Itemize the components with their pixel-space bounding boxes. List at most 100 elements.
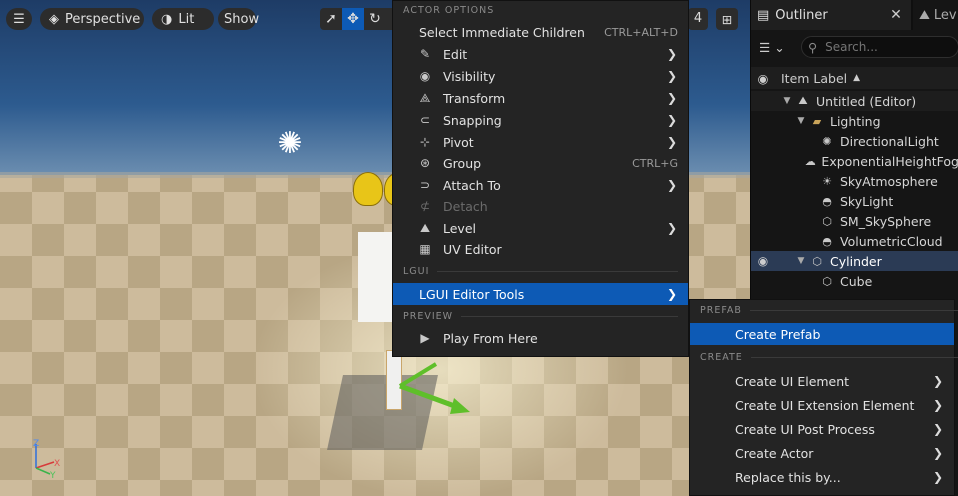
menu-item-lgui-editor-tools[interactable]: LGUI Editor Tools ❯ xyxy=(393,283,688,305)
menu-item-create-ui-extension-element[interactable]: Create UI Extension Element ❯ xyxy=(690,394,954,416)
camera-speed-button[interactable]: 4 xyxy=(688,8,708,30)
submenu-arrow-icon: ❯ xyxy=(932,422,944,436)
menu-item-play-from-here[interactable]: ▶ Play From Here xyxy=(393,327,688,349)
outliner-row-lighting[interactable]: ▼ ▰ Lighting xyxy=(751,111,958,131)
menu-item-transform[interactable]: ⟁ Transform ❯ xyxy=(393,87,688,109)
outliner-column-header[interactable]: ◉ Item Label ▲ xyxy=(751,67,958,89)
filter-button[interactable]: ☰ ⌄ xyxy=(759,37,795,57)
fog-icon: ☁ xyxy=(804,154,816,168)
viewport-options-button[interactable]: ☰ xyxy=(6,8,32,30)
show-flags-button[interactable]: Show xyxy=(218,8,260,30)
outliner-row-label: Lighting xyxy=(830,113,881,129)
outliner-row-volumetriccloud[interactable]: ◓ VolumetricCloud xyxy=(751,231,958,251)
submenu-arrow-icon: ❯ xyxy=(666,113,678,127)
select-tool-icon[interactable]: ➚ xyxy=(320,8,342,30)
gizmo-axis-y[interactable] xyxy=(398,362,438,388)
shortcut-label: CTRL+G xyxy=(632,156,678,170)
translate-gizmo[interactable] xyxy=(398,356,478,416)
chevron-down-icon: ⌄ xyxy=(774,39,785,55)
transform-icon: ⟁ xyxy=(419,90,431,105)
eye-icon: ◉ xyxy=(419,69,431,83)
menu-item-uv-editor[interactable]: ▦ UV Editor xyxy=(393,238,688,260)
volumetric-cloud-icon: ◓ xyxy=(822,234,832,248)
outliner-row-untitled-editor[interactable]: ▼ ⛰ Untitled (Editor) xyxy=(751,91,958,111)
expand-arrow-icon[interactable]: ▼ xyxy=(781,96,793,106)
expand-arrow-icon[interactable]: ▼ xyxy=(795,116,807,126)
menu-item-level[interactable]: ⛰ Level ❯ xyxy=(393,217,688,239)
outliner-row-cube[interactable]: ⬡ Cube xyxy=(751,271,958,291)
menu-item-create-ui-post-process[interactable]: Create UI Post Process ❯ xyxy=(690,418,954,440)
outliner-row-skylight[interactable]: ◓ SkyLight xyxy=(751,191,958,211)
search-box[interactable]: ⚲ xyxy=(801,36,958,58)
detach-icon: ⊄ xyxy=(419,199,431,213)
gizmo-axis-x[interactable] xyxy=(399,383,461,411)
transform-tool-group: ➚ ✥ ↻ xyxy=(320,8,398,30)
tab-levels[interactable]: ⛰ Lev xyxy=(913,0,958,30)
group-icon: ⊛ xyxy=(419,156,431,170)
outliner-row-label: ExponentialHeightFog xyxy=(821,153,958,169)
expand-arrow-icon[interactable]: ▼ xyxy=(795,256,807,266)
submenu-arrow-icon: ❯ xyxy=(932,446,944,460)
cube-icon: ◈ xyxy=(49,11,59,27)
submenu-arrow-icon: ❯ xyxy=(932,398,944,412)
view-mode-button[interactable]: ◈ Perspective xyxy=(40,8,144,30)
search-input[interactable] xyxy=(823,39,948,55)
submenu-arrow-icon: ❯ xyxy=(666,47,678,61)
submenu-arrow-icon: ❯ xyxy=(666,69,678,83)
outliner-row-label: SkyLight xyxy=(840,193,894,209)
menu-item-attach-to[interactable]: ⊃ Attach To ❯ xyxy=(393,174,688,196)
actor-context-menu: ACTOR OPTIONS Select Immediate Children … xyxy=(392,0,689,357)
item-label-column[interactable]: Item Label xyxy=(775,71,847,86)
shortcut-label: CTRL+ALT+D xyxy=(604,25,678,39)
menu-item-detach: ⊄ Detach xyxy=(393,195,688,217)
menu-item-edit[interactable]: ✎ Edit ❯ xyxy=(393,43,688,65)
magnet-icon: ⊂ xyxy=(419,113,431,127)
directional-light-icon[interactable]: ✺ xyxy=(274,128,306,160)
menu-item-select-immediate-children[interactable]: Select Immediate Children CTRL+ALT+D xyxy=(393,21,688,43)
show-label: Show xyxy=(224,11,260,27)
outliner-row-label: Cylinder xyxy=(830,253,882,269)
static-mesh-icon: ⬡ xyxy=(812,254,822,268)
axis-z-label: Z xyxy=(33,439,39,449)
menu-item-create-ui-element[interactable]: Create UI Element ❯ xyxy=(690,370,954,392)
menu-item-snapping[interactable]: ⊂ Snapping ❯ xyxy=(393,109,688,131)
menu-item-create-actor[interactable]: Create Actor ❯ xyxy=(690,442,954,464)
outliner-row-exponentialheightfog[interactable]: ☁ ExponentialHeightFog xyxy=(751,151,958,171)
menu-item-create-prefab[interactable]: Create Prefab xyxy=(690,323,954,345)
uv-grid-icon: ▦ xyxy=(419,242,431,256)
directional-light-icon: ✺ xyxy=(822,134,832,148)
attach-icon: ⊃ xyxy=(419,178,431,192)
submenu-arrow-icon: ❯ xyxy=(666,91,678,105)
outliner-row-directionallight[interactable]: ✺ DirectionalLight xyxy=(751,131,958,151)
grid-layout-icon: ⊞ xyxy=(721,11,733,27)
level-icon: ⛰ xyxy=(419,220,431,235)
levels-tab-label: Lev xyxy=(933,7,957,23)
hamburger-icon: ☰ xyxy=(13,11,25,27)
section-actor-options: ACTOR OPTIONS xyxy=(403,5,495,16)
level-icon: ⛰ xyxy=(919,7,930,23)
menu-item-pivot[interactable]: ⊹ Pivot ❯ xyxy=(393,131,688,153)
outliner-row-cylinder[interactable]: ◉ ▼ ⬡ Cylinder xyxy=(751,251,958,271)
axis-x-label: X xyxy=(54,459,60,469)
rotate-tool-icon[interactable]: ↻ xyxy=(364,8,386,30)
outliner-row-label: SM_SkySphere xyxy=(840,213,932,229)
close-icon[interactable]: ✕ xyxy=(886,0,906,30)
axis-indicator: Z X Y xyxy=(33,439,60,478)
viewport-layout-button[interactable]: ⊞ xyxy=(716,8,738,30)
outliner-row-skyatmosphere[interactable]: ☀ SkyAtmosphere xyxy=(751,171,958,191)
menu-item-replace-this-by[interactable]: Replace this by... ❯ xyxy=(690,466,954,488)
menu-item-group[interactable]: ⊛ Group CTRL+G xyxy=(393,152,688,174)
point-light-icon[interactable] xyxy=(353,172,383,206)
lighting-mode-button[interactable]: ◑ Lit xyxy=(152,8,214,30)
submenu-arrow-icon: ❯ xyxy=(666,221,678,235)
translate-tool-icon[interactable]: ✥ xyxy=(342,8,364,30)
outliner-row-sm-skysphere[interactable]: ⬡ SM_SkySphere xyxy=(751,211,958,231)
lit-sphere-icon: ◑ xyxy=(161,11,173,27)
view-mode-label: Perspective xyxy=(65,11,141,27)
section-lgui: LGUI xyxy=(403,266,678,277)
submenu-arrow-icon: ❯ xyxy=(932,470,944,484)
outliner-tab-bar: ▤ Outliner ✕ ⛰ Lev xyxy=(751,0,958,30)
folder-icon: ▰ xyxy=(812,114,822,128)
menu-item-visibility[interactable]: ◉ Visibility ❯ xyxy=(393,65,688,87)
outliner-icon: ▤ xyxy=(757,7,770,23)
